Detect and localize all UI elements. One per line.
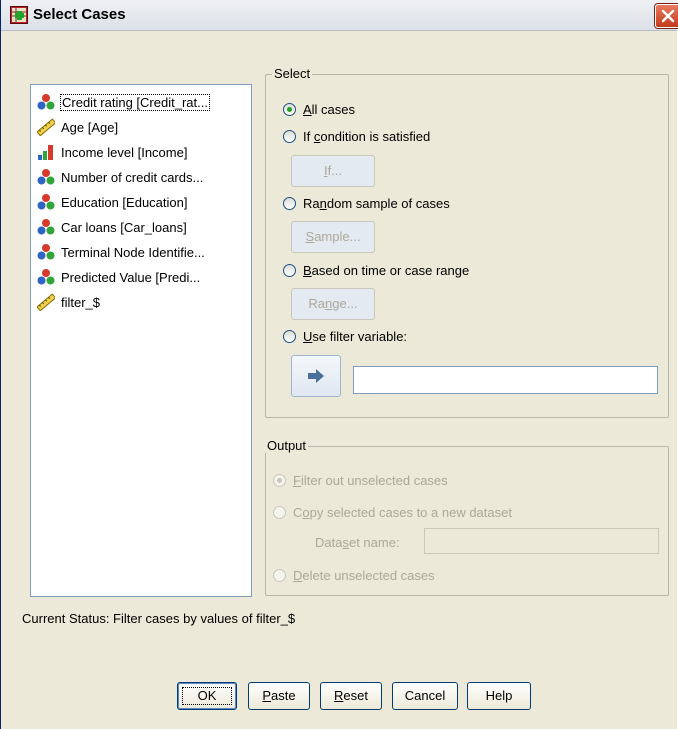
dataset-name-label: Dataset name: (315, 535, 400, 550)
nominal-icon (37, 193, 55, 211)
paste-button[interactable]: Paste (248, 682, 310, 710)
sample-button[interactable]: Sample... (291, 221, 375, 253)
variable-label: filter_$ (61, 295, 101, 310)
variable-label: Age [Age] (61, 120, 119, 135)
title-bar[interactable]: Select Cases (1, 0, 678, 31)
variable-label: Credit rating [Credit_rat... (60, 94, 210, 111)
cancel-button[interactable]: Cancel (392, 682, 458, 710)
nominal-icon (37, 168, 55, 186)
variable-label: Income level [Income] (61, 145, 188, 160)
nominal-icon (37, 243, 55, 261)
window-title: Select Cases (33, 6, 126, 23)
current-status-text: Current Status: Filter cases by values o… (22, 611, 296, 626)
filter-variable-field[interactable] (353, 366, 658, 394)
move-to-filter-button[interactable] (291, 355, 341, 397)
variable-list-item[interactable]: Car loans [Car_loans] (37, 217, 247, 237)
dataset-name-field[interactable] (424, 528, 659, 554)
select-cases-dialog: Select Cases Credit rating [Credit_rat..… (0, 0, 678, 729)
ok-button[interactable]: OK (177, 682, 237, 710)
ordinal-bar-icon (37, 143, 55, 161)
help-button[interactable]: Help (467, 682, 531, 710)
variable-list-item[interactable]: filter_$ (36, 292, 247, 312)
close-icon (661, 9, 675, 23)
variable-list[interactable]: Credit rating [Credit_rat... Age [Age] Inc… (30, 84, 252, 597)
variable-label: Terminal Node Identifie... (61, 245, 205, 260)
variable-label: Education [Education] (61, 195, 188, 210)
radio-selected-dot (287, 107, 292, 112)
variable-list-item[interactable]: Terminal Node Identifie... (37, 242, 247, 262)
variable-list-item[interactable]: Income level [Income] (37, 142, 247, 162)
variable-list-item[interactable]: Education [Education] (37, 192, 247, 212)
reset-button[interactable]: Reset (320, 682, 382, 710)
nominal-icon (37, 268, 55, 286)
select-cases-app-icon (10, 6, 28, 24)
range-button[interactable]: Range... (291, 288, 375, 320)
nominal-icon (37, 218, 55, 236)
select-group-legend: Select (272, 66, 313, 81)
variable-list-item[interactable]: Age [Age] (36, 117, 247, 137)
radio-selected-dot (277, 478, 282, 483)
scale-ruler-icon (36, 293, 57, 312)
scale-ruler-icon (36, 118, 57, 137)
variable-list-item[interactable]: Predicted Value [Predi... (37, 267, 247, 287)
variable-label: Car loans [Car_loans] (61, 220, 187, 235)
variable-list-item[interactable]: Credit rating [Credit_rat... (37, 92, 247, 112)
variable-label: Predicted Value [Predi... (61, 270, 201, 285)
nominal-icon (37, 93, 55, 111)
right-arrow-icon (308, 369, 324, 383)
variable-list-item[interactable]: Number of credit cards... (37, 167, 247, 187)
variable-label: Number of credit cards... (61, 170, 204, 185)
close-button[interactable] (655, 4, 678, 28)
if-button[interactable]: If... (291, 155, 375, 187)
output-group-legend: Output (265, 438, 309, 453)
